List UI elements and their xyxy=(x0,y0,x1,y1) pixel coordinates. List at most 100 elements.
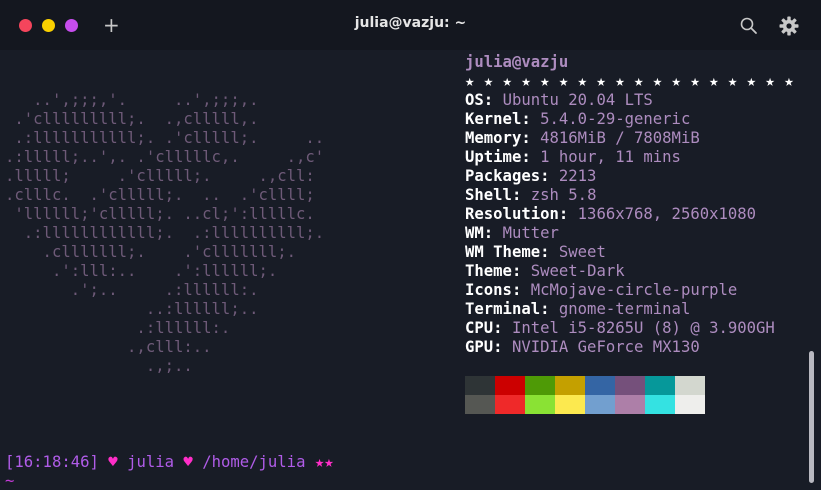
color-swatch xyxy=(495,395,525,414)
ascii-logo-line: .clllllll;. .'clllllll;. xyxy=(5,243,297,261)
color-swatch xyxy=(645,395,675,414)
info-value: Sweet-Dark xyxy=(530,262,625,280)
shell-prompt: [16:18:46] ♥ julia ♥ /home/julia ★★ xyxy=(5,453,334,472)
prompt-user: julia xyxy=(127,453,175,471)
star-icon: ★★ xyxy=(314,453,334,471)
gear-icon xyxy=(779,16,799,36)
ascii-logo: ..',;;;,'. ..',;;;,. .'clllllllll;. .,cl… xyxy=(5,91,324,376)
info-key: Icons xyxy=(465,281,512,299)
window-title: julia@vazju: ~ xyxy=(354,15,467,31)
color-swatch xyxy=(525,395,555,414)
color-swatch xyxy=(525,376,555,395)
color-swatch xyxy=(585,376,615,395)
info-value: 5.4.0-29-generic xyxy=(540,110,691,128)
info-row: Resolution: 1366x768, 2560x1080 xyxy=(465,205,756,224)
ascii-logo-line: .';.. .:llllll:. xyxy=(5,281,259,299)
info-value: Sweet xyxy=(558,243,606,261)
prompt-input[interactable]: ~ xyxy=(5,472,14,490)
info-key: GPU xyxy=(465,338,494,356)
info-row: WM Theme: Sweet xyxy=(465,243,606,262)
terminal-window: + julia@vazju: ~ ..',;;;,'. ..',;;;,. .'… xyxy=(0,0,821,490)
info-key: Shell xyxy=(465,186,512,204)
prompt-time: [16:18:46] xyxy=(5,453,99,471)
info-key: WM xyxy=(465,224,484,242)
info-value: NVIDIA GeForce MX130 xyxy=(511,338,700,356)
info-value: McMojave-circle-purple xyxy=(530,281,738,299)
info-value: Mutter xyxy=(502,224,559,242)
info-key: Theme xyxy=(465,262,512,280)
info-value: 4816MiB / 7808MiB xyxy=(540,129,700,147)
info-colon: : xyxy=(511,281,522,299)
color-swatch xyxy=(615,376,645,395)
info-row: Shell: zsh 5.8 xyxy=(465,186,596,205)
ascii-logo-line: .:lllll;..',. .'clllllc,. .,c' xyxy=(5,148,325,166)
ascii-logo-line: ..',;;;,'. ..',;;;,. xyxy=(5,91,259,109)
info-row: Packages: 2213 xyxy=(465,167,596,186)
info-row: Memory: 4816MiB / 7808MiB xyxy=(465,129,700,148)
color-swatch xyxy=(585,395,615,414)
menu-button[interactable] xyxy=(777,14,801,38)
ascii-logo-line: .,clll:.. xyxy=(5,338,212,356)
ascii-logo-line: .,;.. xyxy=(5,357,193,375)
terminal-content[interactable]: ..',;;;,'. ..',;;;,. .'clllllllll;. .,cl… xyxy=(0,50,821,490)
info-key: Terminal xyxy=(465,300,541,318)
info-colon: : xyxy=(521,110,531,128)
info-key: Resolution xyxy=(465,205,559,223)
ascii-logo-line: ..:llllll;.. xyxy=(5,300,259,318)
info-colon: : xyxy=(558,205,569,223)
info-colon: : xyxy=(483,91,494,109)
ascii-logo-line: .:llllllllllll;. .:llllllllll;. xyxy=(5,224,325,242)
info-value: 1366x768, 2560x1080 xyxy=(577,205,757,223)
info-key: OS xyxy=(465,91,484,109)
title-bar[interactable]: + julia@vazju: ~ xyxy=(0,0,821,50)
info-value: gnome-terminal xyxy=(558,300,691,318)
prompt-path: /home/julia xyxy=(202,453,306,471)
ascii-logo-line: .':lll:.. .':llllll;. xyxy=(5,262,278,280)
ascii-logo-line: .:llllll:. xyxy=(5,319,231,337)
info-value: 1 hour, 11 mins xyxy=(540,148,681,166)
info-colon: : xyxy=(483,224,494,242)
color-swatch xyxy=(645,376,675,395)
search-button[interactable] xyxy=(738,15,760,37)
scrollbar[interactable] xyxy=(809,351,814,483)
color-swatch xyxy=(555,395,585,414)
info-key: Memory xyxy=(465,129,522,147)
color-swatch xyxy=(555,376,585,395)
info-colon: : xyxy=(511,262,522,280)
separator: ★ ★ ★ ★ ★ ★ ★ ★ ★ ★ ★ ★ ★ ★ ★ ★ ★ ★ xyxy=(465,72,794,90)
ascii-logo-line: 'llllll;'clllll;. ..cl;':lllllc. xyxy=(5,205,315,223)
ascii-logo-line: .'clllllllll;. .,clllll,. xyxy=(5,110,259,128)
info-key: Kernel xyxy=(465,110,522,128)
color-swatch xyxy=(675,395,705,414)
color-swatch xyxy=(465,376,495,395)
info-key: CPU xyxy=(465,319,494,337)
info-colon: : xyxy=(540,167,550,185)
ascii-logo-line: .:lllllllllll;. .'clllll;. .. xyxy=(5,129,325,147)
info-colon: : xyxy=(493,338,503,356)
info-colon: : xyxy=(540,300,550,318)
ascii-logo-line: .clllc. .'clllll;. .. .'cllll; xyxy=(5,186,315,204)
info-row: Kernel: 5.4.0-29-generic xyxy=(465,110,690,129)
heart-icon: ♥ xyxy=(108,453,118,471)
info-row: Icons: McMojave-circle-purple xyxy=(465,281,737,300)
info-row: WM: Mutter xyxy=(465,224,559,243)
info-colon: : xyxy=(511,186,522,204)
color-swatch xyxy=(465,395,495,414)
info-row: Terminal: gnome-terminal xyxy=(465,300,690,319)
info-row: OS: Ubuntu 20.04 LTS xyxy=(465,91,653,110)
info-colon: : xyxy=(540,243,550,261)
info-colon: : xyxy=(521,148,531,166)
info-colon: : xyxy=(521,129,531,147)
info-row: CPU: Intel i5-8265U (8) @ 3.900GH xyxy=(465,319,775,338)
info-key: Uptime xyxy=(465,148,522,166)
color-swatch xyxy=(675,376,705,395)
search-icon xyxy=(740,17,757,34)
info-value: Ubuntu 20.04 LTS xyxy=(502,91,653,109)
info-row: GPU: NVIDIA GeForce MX130 xyxy=(465,338,700,357)
ascii-logo-line: .lllll; .'clllll;. .,cll: xyxy=(5,167,315,185)
info-key: Packages xyxy=(465,167,541,185)
info-row: Uptime: 1 hour, 11 mins xyxy=(465,148,681,167)
info-row: Theme: Sweet-Dark xyxy=(465,262,625,281)
info-value: Intel i5-8265U (8) @ 3.900GH xyxy=(511,319,775,337)
color-swatch xyxy=(495,376,525,395)
